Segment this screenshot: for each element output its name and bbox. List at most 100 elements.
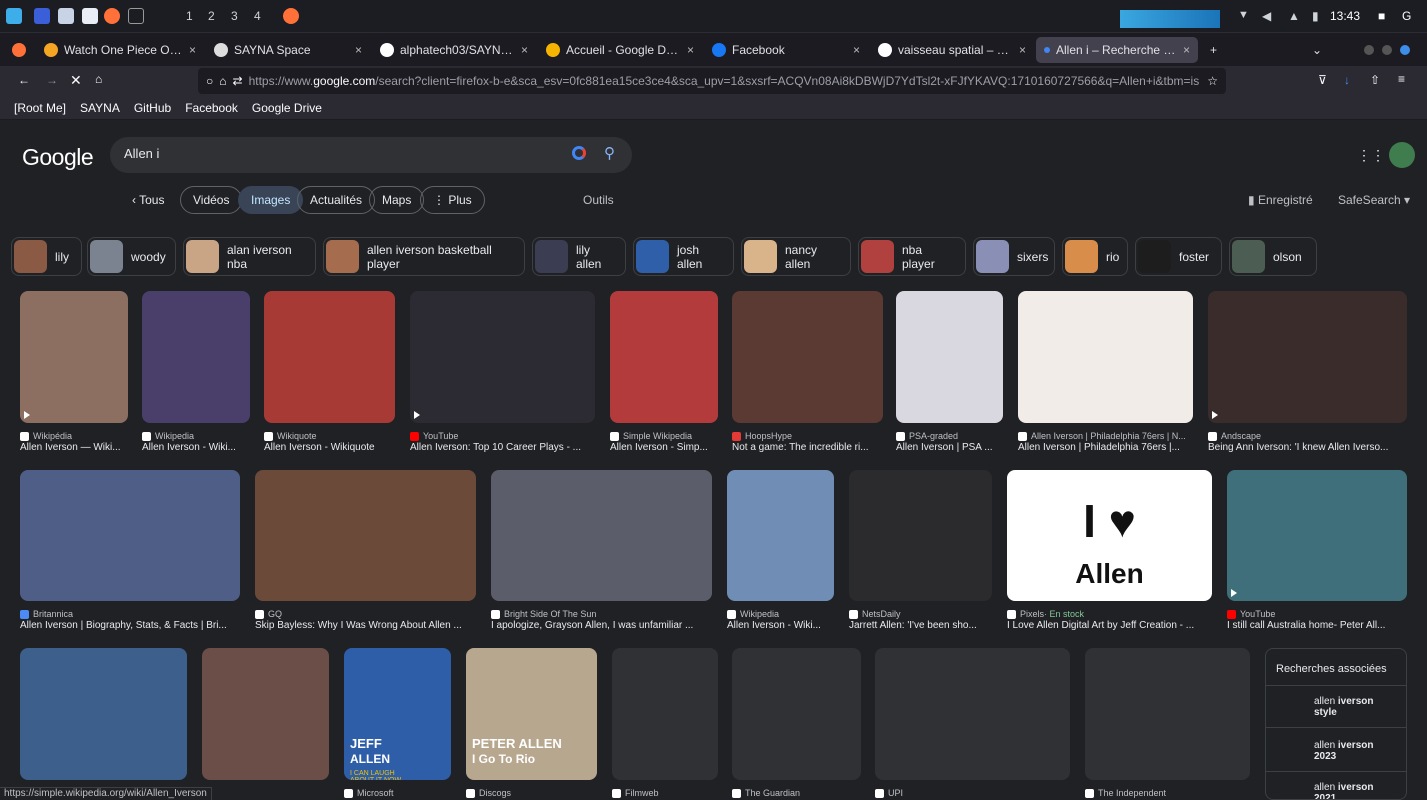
filter-images[interactable]: Images xyxy=(238,186,304,214)
result-title[interactable]: I Love Allen Digital Art by Jeff Creatio… xyxy=(1007,620,1212,631)
source-label[interactable]: The Guardian xyxy=(732,788,861,798)
source-label[interactable]: Bright Side Of The Sun xyxy=(491,609,712,619)
search-input[interactable] xyxy=(124,146,524,161)
close-tab-icon[interactable]: × xyxy=(521,43,528,57)
tab-google-drive[interactable]: Accueil - Google Drive × xyxy=(538,37,702,63)
image-thumbnail[interactable] xyxy=(202,648,329,780)
bookmark-star-icon[interactable]: ☆ xyxy=(1207,74,1218,88)
close-tab-icon[interactable]: × xyxy=(687,43,694,57)
close-tab-icon[interactable]: × xyxy=(1019,43,1026,57)
source-label[interactable]: Filmweb xyxy=(612,788,718,798)
tab-watch-one-piece[interactable]: Watch One Piece Online - × xyxy=(36,37,204,63)
workspace-3[interactable]: 3 xyxy=(231,9,238,23)
bookmark-github[interactable]: GitHub xyxy=(134,101,171,115)
result-title[interactable]: Allen Iverson - Wiki... xyxy=(142,442,250,453)
related-item-style[interactable]: allen iverson style xyxy=(1266,685,1406,727)
source-label[interactable]: The Independent xyxy=(1085,788,1250,798)
tools-button[interactable]: Outils xyxy=(583,193,614,207)
image-thumbnail[interactable] xyxy=(20,648,187,780)
search-box[interactable]: ⚲ xyxy=(110,137,632,173)
home-icon[interactable]: ⌂ xyxy=(95,72,102,86)
back-icon[interactable]: ← xyxy=(18,73,30,87)
filter-plus[interactable]: ⋮ Plus xyxy=(420,186,485,214)
list-all-tabs-button[interactable]: ⌄ xyxy=(1304,37,1328,63)
result-title[interactable]: I still call Australia home- Peter All..… xyxy=(1227,620,1407,631)
image-thumbnail[interactable] xyxy=(264,291,395,423)
lock-icon[interactable]: ⌂ xyxy=(219,74,226,88)
image-thumbnail[interactable] xyxy=(491,470,712,601)
result-title[interactable]: Allen Iverson - Wikiquote xyxy=(264,442,395,453)
related-chip[interactable]: sixers xyxy=(973,237,1055,276)
source-label[interactable]: Wikipedia xyxy=(727,609,834,619)
image-thumbnail[interactable] xyxy=(875,648,1070,780)
maximize-icon[interactable] xyxy=(1382,45,1392,55)
notification-icon[interactable]: ▲ xyxy=(1288,9,1300,23)
result-title[interactable]: Jarrett Allen: 'I've been sho... xyxy=(849,620,992,631)
image-thumbnail[interactable]: JEFFALLEN I CAN LAUGH ABOUT IT NOW xyxy=(344,648,451,780)
result-title[interactable]: Not a game: The incredible ri... xyxy=(732,442,883,453)
menu-icon[interactable]: ≡ xyxy=(1398,72,1405,86)
close-window-icon[interactable] xyxy=(1400,45,1410,55)
permissions-icon[interactable]: ⇄ xyxy=(233,74,243,88)
tab-vaisseau-spatial[interactable]: vaisseau spatial – Recher × xyxy=(870,37,1034,63)
minimize-icon[interactable] xyxy=(1364,45,1374,55)
url-text[interactable]: https://www.google.com/search?client=fir… xyxy=(249,74,1200,88)
image-thumbnail[interactable] xyxy=(1018,291,1193,423)
filter-maps[interactable]: Maps xyxy=(369,186,425,214)
saved-button[interactable]: ▮ Enregistré xyxy=(1248,193,1313,207)
result-title[interactable]: Allen Iverson — Wiki... xyxy=(20,442,128,453)
image-thumbnail[interactable]: I ♥ Allen xyxy=(1007,470,1212,601)
avatar[interactable] xyxy=(1389,142,1415,168)
related-chip[interactable]: nancy allen xyxy=(741,237,851,276)
bookmark-root-me[interactable]: [Root Me] xyxy=(14,101,66,115)
terminal-icon[interactable] xyxy=(128,8,144,24)
close-tab-icon[interactable]: × xyxy=(1183,43,1190,57)
tab-allen-i[interactable]: Allen i – Recherche Googl × xyxy=(1036,37,1198,63)
source-label[interactable]: Andscape xyxy=(1208,431,1407,441)
source-label[interactable]: Britannica xyxy=(20,609,240,619)
pocket-icon[interactable]: ⊽ xyxy=(1318,73,1327,87)
source-label[interactable]: GQ xyxy=(255,609,476,619)
result-title[interactable]: Allen Iverson: Top 10 Career Plays - ... xyxy=(410,442,595,453)
image-thumbnail[interactable] xyxy=(410,291,595,423)
result-title[interactable]: Allen Iverson | Philadelphia 76ers |... xyxy=(1018,442,1193,453)
image-thumbnail[interactable] xyxy=(610,291,718,423)
source-label[interactable]: Wikipedia xyxy=(142,431,250,441)
image-thumbnail[interactable] xyxy=(1208,291,1407,423)
image-thumbnail[interactable] xyxy=(20,291,128,423)
filter-actualites[interactable]: Actualités xyxy=(297,186,376,214)
related-chip[interactable]: lily allen xyxy=(532,237,626,276)
bookmark-google-drive[interactable]: Google Drive xyxy=(252,101,322,115)
bookmark-sayna[interactable]: SAYNA xyxy=(80,101,120,115)
tab-github[interactable]: alphatech03/SAYNA-CUL × xyxy=(372,37,536,63)
image-thumbnail[interactable] xyxy=(142,291,250,423)
result-title[interactable]: Allen Iverson - Simp... xyxy=(610,442,718,453)
source-label[interactable] xyxy=(202,788,329,797)
related-chip[interactable]: lily xyxy=(11,237,82,276)
image-thumbnail[interactable] xyxy=(732,648,861,780)
firefox-view-tab[interactable] xyxy=(8,37,30,63)
wifi-icon[interactable]: ▼ xyxy=(1238,9,1249,21)
search-icon[interactable]: ⚲ xyxy=(604,144,615,162)
google-logo[interactable]: Google xyxy=(22,144,94,171)
image-thumbnail[interactable] xyxy=(255,470,476,601)
image-thumbnail[interactable] xyxy=(1227,470,1407,601)
related-chip[interactable]: nba player xyxy=(858,237,966,276)
source-label[interactable]: YouTube xyxy=(410,431,595,441)
related-chip[interactable]: olson xyxy=(1229,237,1317,276)
source-label[interactable]: UPI xyxy=(875,788,1070,798)
apps-grid-icon[interactable]: ⋮⋮ xyxy=(1357,147,1385,164)
safesearch-button[interactable]: SafeSearch ▾ xyxy=(1338,193,1410,207)
source-label[interactable]: Microsoft xyxy=(344,788,451,798)
image-thumbnail[interactable] xyxy=(612,648,718,780)
tab-facebook[interactable]: Facebook × xyxy=(704,37,868,63)
google-lens-icon[interactable] xyxy=(572,146,586,160)
image-thumbnail[interactable] xyxy=(1085,648,1250,780)
filter-tous[interactable]: ‹ Tous xyxy=(120,186,176,214)
downloads-icon[interactable]: ↓ xyxy=(1344,73,1350,87)
power-icon[interactable]: G xyxy=(1402,9,1411,23)
new-tab-button[interactable]: + xyxy=(1202,37,1226,63)
result-title[interactable]: Allen Iverson - Wiki... xyxy=(727,620,834,631)
workspace-2[interactable]: 2 xyxy=(208,9,215,23)
tracking-shield-icon[interactable]: ○ xyxy=(206,74,213,88)
